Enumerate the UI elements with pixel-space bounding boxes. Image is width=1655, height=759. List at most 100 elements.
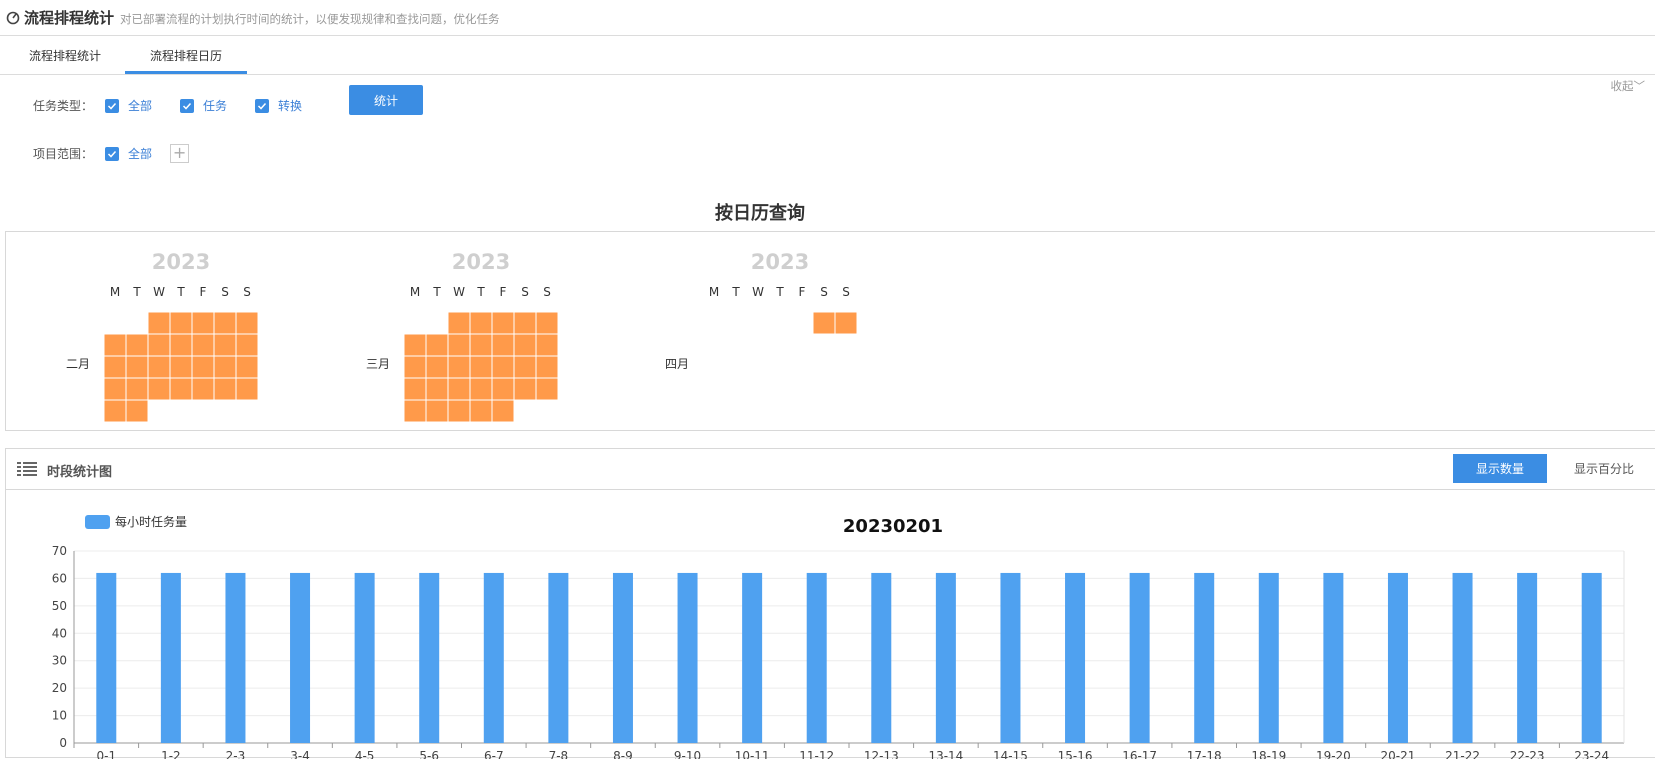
calendar-day-cell[interactable] xyxy=(147,355,171,379)
calendar-day-cell[interactable] xyxy=(447,377,471,401)
collapse-toggle[interactable]: 收起﹀ xyxy=(1611,78,1646,94)
calendar-day-cell[interactable] xyxy=(491,377,515,401)
bar[interactable] xyxy=(1452,572,1473,743)
calendar-day-cell[interactable] xyxy=(425,333,449,357)
calendar-day-cell[interactable] xyxy=(147,377,171,401)
bar[interactable] xyxy=(806,572,827,743)
checkbox-task[interactable]: 任务 xyxy=(180,97,227,114)
bar[interactable] xyxy=(1517,572,1538,743)
calendar-day-cell[interactable] xyxy=(191,377,215,401)
calendar-day-cell[interactable] xyxy=(535,333,559,357)
bar[interactable] xyxy=(1387,572,1408,743)
bar[interactable] xyxy=(1000,572,1021,743)
bar[interactable] xyxy=(548,572,569,743)
tab-schedule-stats[interactable]: 流程排程统计 xyxy=(5,37,125,74)
calendar-day-cell[interactable] xyxy=(535,377,559,401)
statistics-button[interactable]: 统计 xyxy=(349,85,423,115)
calendar-day-cell[interactable] xyxy=(513,311,537,335)
calendar-day-cell[interactable] xyxy=(469,377,493,401)
calendar-day-cell[interactable] xyxy=(403,399,427,423)
bar[interactable] xyxy=(96,572,117,743)
bar[interactable] xyxy=(419,572,440,743)
calendar-day-cell[interactable] xyxy=(513,377,537,401)
bar[interactable] xyxy=(742,572,763,743)
calendar-day-cell[interactable] xyxy=(425,355,449,379)
calendar-day-cell[interactable] xyxy=(235,377,259,401)
calendar-day-cell[interactable] xyxy=(125,333,149,357)
calendar-day-cell[interactable] xyxy=(103,355,127,379)
calendar-day-cell[interactable] xyxy=(147,333,171,357)
calendar-day-cell[interactable] xyxy=(403,355,427,379)
calendar-day-cell[interactable] xyxy=(191,311,215,335)
calendar-day-cell[interactable] xyxy=(213,377,237,401)
calendar-day-cell[interactable] xyxy=(447,399,471,423)
calendar-day-cell[interactable] xyxy=(103,333,127,357)
calendar-day-cell[interactable] xyxy=(513,333,537,357)
bar[interactable] xyxy=(677,572,698,743)
checkbox-all-types[interactable]: 全部 xyxy=(105,97,152,114)
calendar-day-cell[interactable] xyxy=(491,399,515,423)
calendar-day-cell[interactable] xyxy=(191,355,215,379)
calendar-day-cell[interactable] xyxy=(834,311,858,335)
calendar-day-cell[interactable] xyxy=(125,399,149,423)
calendar-day-cell[interactable] xyxy=(235,311,259,335)
calendar-day-cell[interactable] xyxy=(447,333,471,357)
bar[interactable] xyxy=(1129,572,1150,743)
legend-swatch[interactable] xyxy=(85,515,110,529)
bar[interactable] xyxy=(1323,572,1344,743)
calendar-day-cell[interactable] xyxy=(491,355,515,379)
bar[interactable] xyxy=(290,572,311,743)
calendar-day-cell[interactable] xyxy=(513,355,537,379)
bar[interactable] xyxy=(354,572,375,743)
calendar-day-cell[interactable] xyxy=(469,355,493,379)
bar[interactable] xyxy=(483,572,504,743)
calendar-day-cell[interactable] xyxy=(213,311,237,335)
calendar-day-cell[interactable] xyxy=(235,333,259,357)
show-percent-button[interactable]: 显示百分比 xyxy=(1557,454,1651,483)
bar[interactable] xyxy=(935,572,956,743)
checkbox-all-projects[interactable]: 全部 xyxy=(105,145,152,162)
bar[interactable] xyxy=(1194,572,1215,743)
calendar-day-cell[interactable] xyxy=(535,311,559,335)
tab-schedule-calendar[interactable]: 流程排程日历 xyxy=(125,37,247,74)
bar[interactable] xyxy=(160,572,181,743)
show-count-button[interactable]: 显示数量 xyxy=(1453,454,1547,483)
calendar-day-cell[interactable] xyxy=(125,355,149,379)
calendar-day-cell[interactable] xyxy=(169,377,193,401)
calendar-day-cell[interactable] xyxy=(213,355,237,379)
calendar-day-cell[interactable] xyxy=(469,333,493,357)
calendar-day-cell[interactable] xyxy=(213,333,237,357)
calendar-day-cell[interactable] xyxy=(812,311,836,335)
calendar-day-cell[interactable] xyxy=(403,377,427,401)
x-tick-label: 5-6 xyxy=(419,749,439,759)
bar[interactable] xyxy=(612,572,633,743)
calendar-day-cell[interactable] xyxy=(469,399,493,423)
calendar-day-cell[interactable] xyxy=(147,311,171,335)
bar[interactable] xyxy=(1065,572,1086,743)
bar[interactable] xyxy=(1258,572,1279,743)
checkbox-transform[interactable]: 转换 xyxy=(255,97,302,114)
calendar-day-cell[interactable] xyxy=(535,355,559,379)
bar[interactable] xyxy=(871,572,892,743)
calendar-day-cell[interactable] xyxy=(469,311,493,335)
calendar-day-cell[interactable] xyxy=(491,311,515,335)
calendar-day-cell[interactable] xyxy=(235,355,259,379)
calendar-day-cell[interactable] xyxy=(169,311,193,335)
bar[interactable] xyxy=(225,572,246,743)
calendar-day-cell[interactable] xyxy=(425,399,449,423)
calendar-day-cell[interactable] xyxy=(447,355,471,379)
bar[interactable] xyxy=(1581,572,1602,743)
calendar-day-cell[interactable] xyxy=(191,333,215,357)
calendar-day-cell[interactable] xyxy=(103,377,127,401)
calendar-day-cell[interactable] xyxy=(125,377,149,401)
calendar-day-cell[interactable] xyxy=(169,333,193,357)
add-project-button[interactable]: + xyxy=(170,144,190,163)
calendar-day-cell[interactable] xyxy=(447,311,471,335)
x-tick-label: 22-23 xyxy=(1510,749,1545,759)
x-tick-label: 21-22 xyxy=(1445,749,1480,759)
calendar-day-cell[interactable] xyxy=(169,355,193,379)
calendar-day-cell[interactable] xyxy=(425,377,449,401)
calendar-day-cell[interactable] xyxy=(491,333,515,357)
calendar-day-cell[interactable] xyxy=(103,399,127,423)
calendar-day-cell[interactable] xyxy=(403,333,427,357)
